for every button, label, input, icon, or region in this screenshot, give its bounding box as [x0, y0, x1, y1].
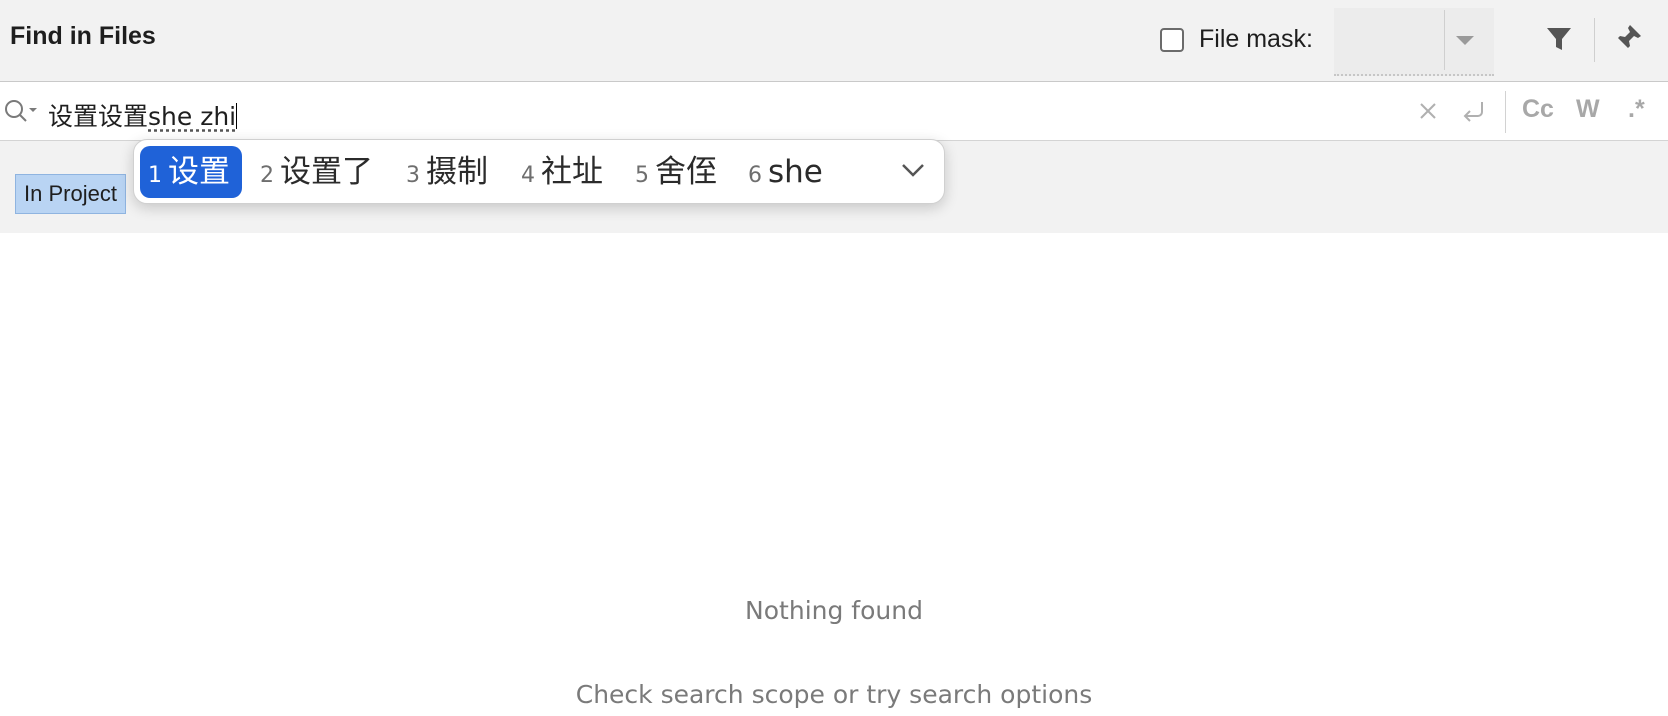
candidate-number: 4: [521, 163, 535, 188]
candidate-text: 设置: [168, 154, 230, 190]
ime-candidate[interactable]: 1 设置: [140, 146, 242, 198]
chevron-down-icon[interactable]: [1456, 36, 1474, 45]
file-mask-checkbox[interactable]: [1160, 28, 1184, 52]
candidate-number: 1: [148, 163, 162, 188]
candidate-text: 舍侄: [655, 154, 717, 190]
empty-state-hint: Check search scope or try search options: [575, 680, 1093, 709]
scope-in-project-button[interactable]: In Project: [15, 174, 126, 214]
filter-icon[interactable]: [1545, 25, 1573, 53]
file-mask-label: File mask:: [1199, 25, 1313, 53]
candidate-text: 摄制: [426, 154, 488, 190]
candidate-number: 2: [260, 163, 274, 188]
scope-label: In Project: [24, 181, 117, 206]
ime-candidate[interactable]: 3 摄制: [406, 146, 488, 198]
options-divider: [1505, 91, 1506, 133]
search-bar: 设置设置she zhi Cc W .*: [0, 83, 1668, 141]
search-input[interactable]: 设置设置she zhi: [48, 97, 238, 133]
empty-state-title: Nothing found: [745, 596, 923, 625]
ime-candidate[interactable]: 6 she: [748, 146, 823, 198]
ime-candidate[interactable]: 2 设置了: [260, 146, 373, 198]
regex-toggle[interactable]: .*: [1628, 95, 1645, 124]
header-divider: [1594, 18, 1595, 62]
candidate-text: 设置了: [280, 154, 373, 190]
whole-words-toggle[interactable]: W: [1576, 95, 1600, 124]
pin-icon[interactable]: [1613, 23, 1643, 53]
match-case-toggle[interactable]: Cc: [1522, 95, 1554, 124]
candidate-number: 5: [635, 163, 649, 188]
close-icon[interactable]: [1418, 101, 1438, 121]
candidate-number: 3: [406, 163, 420, 188]
candidate-text: she: [768, 154, 823, 190]
search-committed-text: 设置设置: [48, 102, 149, 131]
search-composing-text: she zhi: [148, 102, 237, 131]
new-line-icon[interactable]: [1460, 99, 1488, 125]
text-caret: [236, 103, 238, 129]
chevron-down-icon[interactable]: [900, 160, 926, 180]
candidate-number: 6: [748, 163, 762, 188]
candidate-text: 社址: [541, 154, 603, 190]
search-history-icon[interactable]: [2, 97, 40, 127]
dialog-header: Find in Files File mask:: [0, 0, 1668, 82]
ime-candidate[interactable]: 4 社址: [521, 146, 603, 198]
combo-divider: [1444, 10, 1445, 70]
dialog-title: Find in Files: [10, 22, 156, 50]
ime-candidate-window: 1 设置 2 设置了 3 摄制 4 社址 5 舍侄 6 she: [133, 139, 945, 204]
ime-candidate[interactable]: 5 舍侄: [635, 146, 717, 198]
